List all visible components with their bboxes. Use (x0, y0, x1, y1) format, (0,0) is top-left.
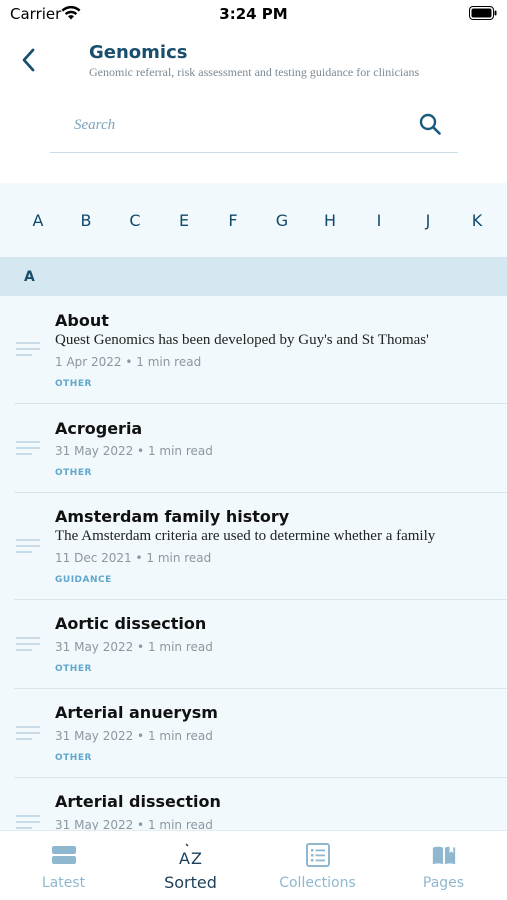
alpha-letter-g[interactable]: G (270, 211, 294, 230)
text-lines-icon (16, 815, 40, 829)
item-meta: 31 May 2022 • 1 min read (55, 640, 213, 654)
alphabet-index: A B C E F G H I J K (0, 183, 507, 257)
section-header: A (0, 257, 507, 296)
a-z-list: A B C E F G H I J K A About Quest Genomi… (0, 183, 507, 830)
svg-text:A: A (179, 849, 190, 867)
text-lines-icon (16, 539, 40, 553)
item-tag: OTHER (55, 468, 92, 478)
tab-label: Collections (279, 875, 356, 891)
page-title: Genomics (89, 42, 188, 63)
item-title: Amsterdam family history (55, 507, 290, 526)
tab-label: Latest (41, 875, 86, 891)
item-description: Quest Genomics has been developed by Guy… (55, 332, 429, 348)
item-title: Arterial dissection (55, 792, 221, 811)
item-tag: GUIDANCE (55, 575, 112, 585)
alpha-letter-b[interactable]: B (74, 211, 98, 230)
list-item[interactable]: Arterial dissection 31 May 2022 • 1 min … (14, 778, 507, 830)
tab-label: Sorted (164, 873, 217, 892)
item-description: The Amsterdam criteria are used to deter… (55, 528, 436, 544)
alpha-letter-i[interactable]: I (367, 211, 391, 230)
tab-latest[interactable]: Latest (0, 831, 127, 900)
search-icon[interactable] (418, 112, 442, 136)
az-sort-icon: A Z (179, 843, 202, 867)
battery-icon (469, 6, 497, 20)
list-item[interactable]: Acrogeria 31 May 2022 • 1 min read OTHER (14, 404, 507, 493)
item-tag: OTHER (55, 379, 92, 389)
alpha-letter-e[interactable]: E (172, 211, 196, 230)
tab-bar: Latest A Z Sorted Collections Pages (0, 830, 507, 900)
svg-text:Z: Z (191, 849, 202, 867)
text-lines-icon (16, 637, 40, 651)
item-meta: 31 May 2022 • 1 min read (55, 818, 213, 830)
alpha-letter-f[interactable]: F (221, 211, 245, 230)
back-button[interactable] (14, 44, 42, 76)
search-bar (50, 100, 458, 153)
alpha-letter-k[interactable]: K (465, 211, 489, 230)
list-item[interactable]: Amsterdam family history The Amsterdam c… (14, 493, 507, 600)
book-icon (432, 845, 455, 865)
item-title: Arterial anuerysm (55, 703, 218, 722)
header: Genomics Genomic referral, risk assessme… (0, 30, 507, 100)
list-icon (305, 843, 330, 867)
item-meta: 31 May 2022 • 1 min read (55, 729, 213, 743)
alpha-letter-h[interactable]: H (318, 211, 342, 230)
tab-collections[interactable]: Collections (254, 831, 381, 900)
item-tag: OTHER (55, 753, 92, 763)
tab-label: Pages (422, 875, 465, 891)
search-input[interactable] (50, 112, 400, 138)
page-subtitle: Genomic referral, risk assessment and te… (89, 65, 420, 79)
alpha-letter-a[interactable]: A (26, 211, 50, 230)
text-lines-icon (16, 441, 40, 455)
status-bar: Carrier 3:24 PM (0, 0, 507, 30)
item-title: About (55, 311, 109, 330)
item-tag: OTHER (55, 664, 92, 674)
section-letter: A (24, 269, 35, 285)
chevron-left-icon (22, 48, 35, 72)
clock: 3:24 PM (219, 5, 288, 23)
item-title: Aortic dissection (55, 614, 207, 633)
text-lines-icon (16, 342, 40, 356)
item-meta: 1 Apr 2022 • 1 min read (55, 355, 202, 369)
alpha-letter-j[interactable]: J (416, 211, 440, 230)
list-item[interactable]: Arterial anuerysm 31 May 2022 • 1 min re… (14, 689, 507, 778)
item-meta: 11 Dec 2021 • 1 min read (55, 551, 212, 565)
tab-pages[interactable]: Pages (380, 831, 507, 900)
list-item[interactable]: About Quest Genomics has been developed … (14, 296, 507, 404)
tab-sorted[interactable]: A Z Sorted (127, 831, 254, 900)
list-item[interactable]: Aortic dissection 31 May 2022 • 1 min re… (14, 600, 507, 689)
stack-icon (51, 846, 76, 864)
alpha-letter-c[interactable]: C (123, 211, 147, 230)
item-title: Acrogeria (55, 419, 143, 438)
item-meta: 31 May 2022 • 1 min read (55, 444, 213, 458)
text-lines-icon (16, 726, 40, 740)
